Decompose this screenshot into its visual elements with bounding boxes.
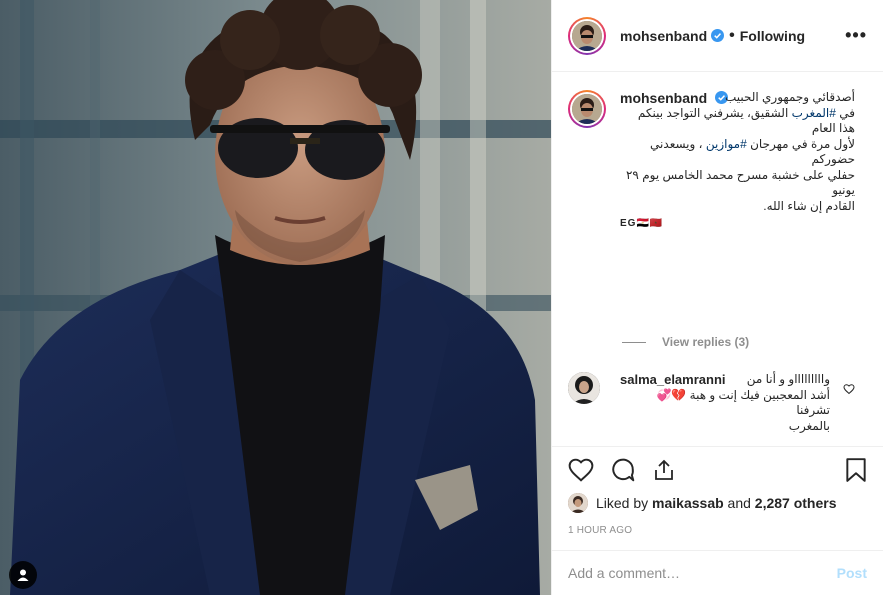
user-tag-button[interactable] <box>9 561 37 589</box>
caption-line-2: في #المغرب الشقيق، يشرفني التواجد بينكم … <box>620 106 855 137</box>
profile-avatar[interactable] <box>568 16 606 55</box>
comment-avatar[interactable] <box>568 372 600 404</box>
comment-line-3: بالمغرب <box>788 418 830 433</box>
action-bar <box>552 447 883 493</box>
caption-text-part: لأول مرة في مهرجان <box>746 136 855 151</box>
comment-line-2: أشد المعجبين فيك إنت و هبة 💔💞 تشرفنا <box>656 387 830 418</box>
following-button[interactable]: Following <box>740 28 805 44</box>
likes-count-link[interactable]: 2,287 others <box>755 495 837 511</box>
comment-icon[interactable] <box>610 457 636 483</box>
header-username[interactable]: mohsenband <box>620 28 707 44</box>
comment-body: salma_elamranni واااااااااو و أنا من أشد… <box>620 372 830 434</box>
liked-by-and: and <box>727 495 751 511</box>
like-icon[interactable] <box>568 458 594 482</box>
more-options-icon[interactable]: ••• <box>845 25 867 46</box>
liker-avatar[interactable] <box>568 493 588 513</box>
verified-badge-icon <box>711 29 725 42</box>
post-caption: mohsenband أصدقائي وجمهوري الحبيب في #ال… <box>568 90 867 229</box>
caption-line-5: القادم إن شاء الله. <box>763 198 855 213</box>
add-comment-bar: Post <box>552 550 883 595</box>
liked-by-prefix: Liked by <box>596 495 649 511</box>
post-comment-button[interactable]: Post <box>837 565 867 581</box>
likes-row: Liked by maikassab and 2,287 others <box>552 493 883 513</box>
comment-input[interactable] <box>568 565 837 581</box>
post-photo[interactable] <box>0 0 551 595</box>
hashtag-morocco[interactable]: #المغرب <box>792 106 836 120</box>
comment-item: salma_elamranni واااااااااو و أنا من أشد… <box>568 372 867 434</box>
comment-line-1: واااااااااو و أنا من <box>746 372 830 386</box>
like-comment-icon[interactable] <box>843 382 855 400</box>
portrait-image <box>0 0 551 595</box>
hashtag-mawazine[interactable]: #موازين <box>706 137 747 151</box>
instagram-post-modal: mohsenband • Following ••• mohsenband أص… <box>0 0 883 595</box>
replies-divider-line <box>622 341 646 343</box>
liker-username[interactable]: maikassab <box>652 495 724 511</box>
post-timestamp[interactable]: 1 HOUR AGO <box>552 525 883 536</box>
person-icon <box>17 569 29 581</box>
view-replies-button[interactable]: View replies (3) <box>622 335 749 349</box>
caption-body: mohsenband أصدقائي وجمهوري الحبيب في #ال… <box>620 90 867 229</box>
bookmark-icon[interactable] <box>845 457 867 483</box>
caption-text-part: في <box>835 105 855 120</box>
caption-text: أصدقائي وجمهوري الحبيب في #المغرب الشقيق… <box>620 90 855 214</box>
caption-line-4: حفلي على خشبة مسرح محمد الخامس يوم ٢٩ يو… <box>625 167 855 198</box>
caption-avatar[interactable] <box>568 90 606 128</box>
separator-dot: • <box>729 26 735 44</box>
caption-username[interactable]: mohsenband <box>620 90 707 106</box>
caption-flags: EG🇪🇬🇲🇦 <box>620 218 664 229</box>
share-icon[interactable] <box>652 458 676 482</box>
caption-line-3: لأول مرة في مهرجان #موازين ، ويسعدني حضو… <box>620 137 855 168</box>
view-replies-label: View replies (3) <box>662 335 750 349</box>
post-actions-section: Liked by maikassab and 2,287 others 1 HO… <box>552 446 883 536</box>
post-header: mohsenband • Following ••• <box>552 0 883 72</box>
post-side-panel: mohsenband • Following ••• mohsenband أص… <box>551 0 883 595</box>
